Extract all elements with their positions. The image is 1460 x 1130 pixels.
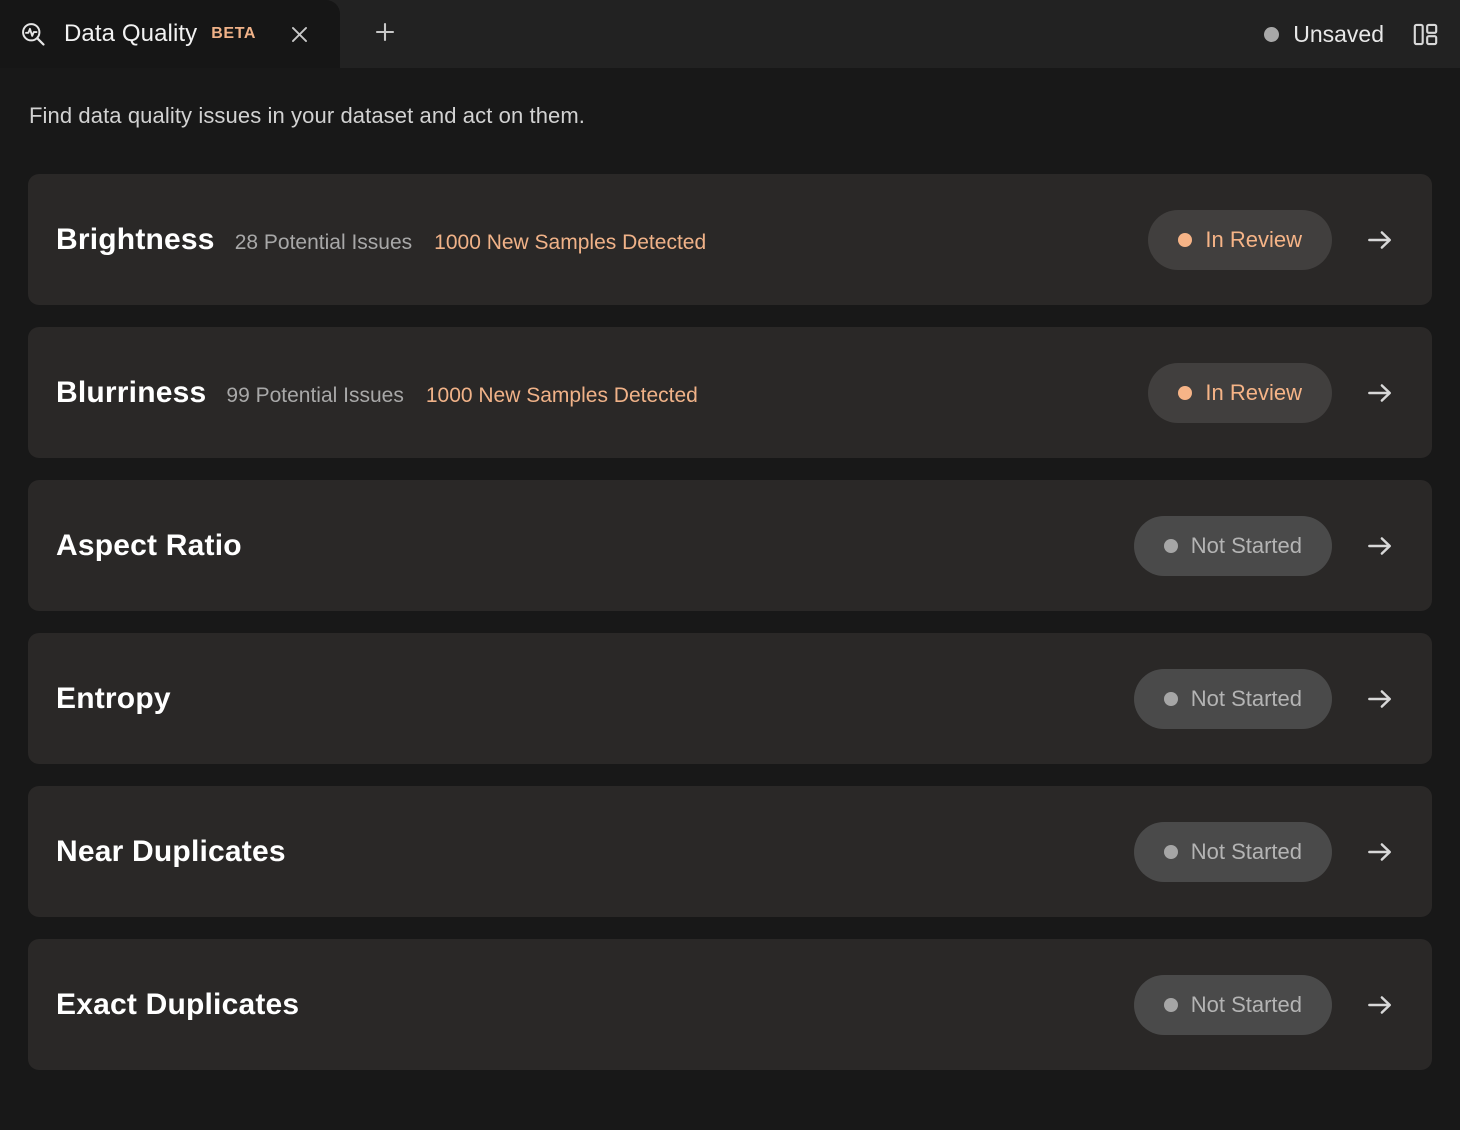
issue-title: Entropy: [56, 681, 171, 715]
data-quality-issue-list: Brightness 28 Potential Issues 1000 New …: [22, 174, 1438, 1070]
status-dot-icon: [1163, 691, 1178, 706]
status-badge[interactable]: In Review: [1148, 209, 1332, 270]
data-quality-scan-icon: [18, 19, 48, 49]
status-label: In Review: [1205, 379, 1302, 405]
issue-title: Brightness: [56, 222, 215, 256]
status-dot-icon: [1178, 232, 1193, 247]
issue-card-brightness[interactable]: Brightness 28 Potential Issues 1000 New …: [28, 174, 1432, 305]
status-dot-icon: [1163, 538, 1178, 553]
save-status-label: Unsaved: [1293, 20, 1384, 47]
page-subtitle: Find data quality issues in your dataset…: [29, 103, 586, 128]
issue-count: 99 Potential Issues: [226, 383, 404, 407]
status-badge[interactable]: Not Started: [1133, 668, 1332, 729]
status-label: Not Started: [1190, 532, 1302, 558]
tab-data-quality[interactable]: Data Quality BETA: [0, 0, 340, 68]
issue-card-text: Brightness 28 Potential Issues 1000 New …: [56, 223, 1148, 257]
arrow-right-icon[interactable]: [1354, 367, 1406, 419]
issue-title: Exact Duplicates: [56, 987, 300, 1021]
arrow-right-icon[interactable]: [1354, 673, 1406, 725]
status-label: Not Started: [1190, 838, 1302, 864]
issue-title: Near Duplicates: [56, 834, 286, 868]
issue-card-aspect-ratio[interactable]: Aspect Ratio Not Started: [28, 480, 1432, 611]
arrow-right-icon[interactable]: [1354, 520, 1406, 572]
status-badge[interactable]: Not Started: [1133, 515, 1332, 576]
arrow-right-icon[interactable]: [1354, 979, 1406, 1031]
layout-panels-icon[interactable]: [1408, 17, 1442, 51]
tab-bar-right-controls: Unsaved: [1264, 0, 1460, 68]
tab-title: Data Quality: [64, 20, 198, 47]
status-label: Not Started: [1190, 685, 1302, 711]
status-badge[interactable]: Not Started: [1133, 974, 1332, 1035]
issue-title: Aspect Ratio: [56, 528, 242, 562]
new-samples-count: 1000 New Samples Detected: [425, 383, 698, 407]
status-dot-icon: [1163, 844, 1178, 859]
issue-card-entropy[interactable]: Entropy Not Started: [28, 633, 1432, 764]
arrow-right-icon[interactable]: [1354, 826, 1406, 878]
issue-card-near-duplicates[interactable]: Near Duplicates Not Started: [28, 786, 1432, 917]
issue-card-text: Near Duplicates: [56, 835, 1134, 869]
plus-icon: [373, 20, 397, 49]
page-body: Find data quality issues in your dataset…: [0, 68, 1460, 1070]
arrow-right-icon[interactable]: [1354, 214, 1406, 266]
status-dot-icon: [1163, 997, 1178, 1012]
issue-card-text: Blurriness 99 Potential Issues 1000 New …: [56, 376, 1148, 410]
status-dot-icon: [1178, 385, 1193, 400]
new-samples-count: 1000 New Samples Detected: [434, 230, 707, 254]
status-badge[interactable]: In Review: [1148, 362, 1332, 423]
status-badge[interactable]: Not Started: [1133, 821, 1332, 882]
close-icon[interactable]: [282, 17, 316, 51]
issue-count: 28 Potential Issues: [234, 230, 413, 254]
tab-bar: Data Quality BETA Unsaved: [0, 0, 1460, 68]
status-label: In Review: [1205, 226, 1302, 252]
unsaved-status-dot: [1264, 26, 1280, 42]
new-tab-button[interactable]: [358, 0, 412, 68]
issue-title: Blurriness: [56, 375, 207, 409]
issue-card-exact-duplicates[interactable]: Exact Duplicates Not Started: [28, 939, 1432, 1070]
issue-card-blurriness[interactable]: Blurriness 99 Potential Issues 1000 New …: [28, 327, 1432, 458]
issue-card-text: Entropy: [56, 682, 1134, 716]
status-label: Not Started: [1190, 991, 1302, 1017]
issue-card-text: Aspect Ratio: [56, 529, 1134, 563]
beta-badge: BETA: [211, 25, 257, 42]
issue-card-text: Exact Duplicates: [56, 988, 1134, 1022]
